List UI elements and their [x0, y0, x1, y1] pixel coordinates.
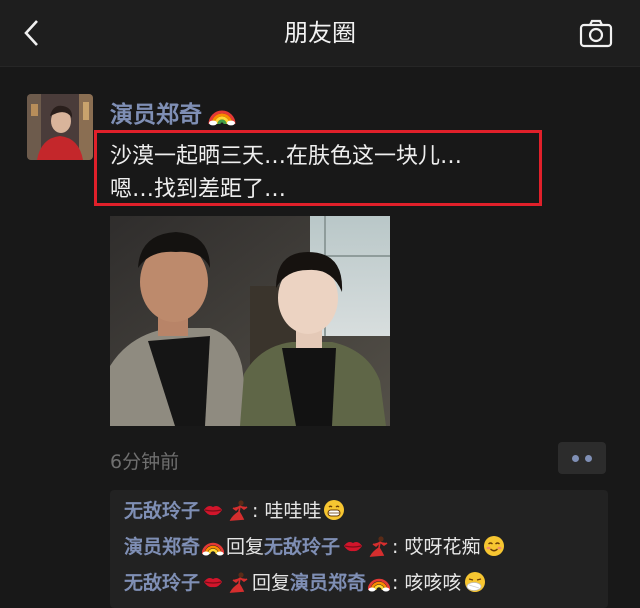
comment-text: 咳咳咳: [404, 572, 462, 594]
kiss-lips-emoji: [204, 578, 223, 588]
grin-emoji: [324, 500, 345, 520]
post-text: 沙漠一起晒三天…在肤色这一块儿… 嗯…找到差距了…: [110, 140, 540, 206]
reply-label: 回复: [226, 536, 265, 558]
post-text-line: 沙漠一起晒三天…在肤色这一块儿…: [110, 144, 463, 169]
post-timestamp: 6分钟前: [110, 451, 180, 473]
comment-row[interactable]: 无敌玲子 : 哇哇哇: [124, 494, 347, 528]
post-text-line: 嗯…找到差距了…: [110, 177, 287, 202]
top-navbar: 朋友圈: [0, 0, 640, 67]
comment-text: 哇哇哇: [264, 500, 322, 522]
more-dot: [585, 455, 592, 462]
cough-emoji: [464, 572, 485, 592]
chevron-left-icon[interactable]: [20, 18, 44, 48]
comment-separator: :: [252, 500, 259, 522]
more-actions-button[interactable]: [558, 442, 606, 474]
comments-panel: 无敌玲子 : 哇哇哇 演员郑奇 回复无敌玲子: 哎呀花痴 无敌玲子 回复演员郑…: [110, 490, 608, 608]
reply-target-name[interactable]: 无敌玲子: [264, 536, 340, 558]
more-dot: [572, 455, 579, 462]
comment-separator: :: [392, 572, 399, 594]
post-photo[interactable]: [110, 216, 390, 426]
page-title: 朋友圈: [284, 19, 356, 47]
dancer-emoji: [229, 500, 248, 521]
kiss-lips-emoji: [204, 506, 223, 516]
kiss-lips-emoji: [344, 542, 363, 552]
rainbow-emoji: [368, 578, 391, 592]
comment-row[interactable]: 演员郑奇 回复无敌玲子 : 哎呀花痴: [124, 530, 507, 564]
moment-post: 演员郑奇 沙漠一起晒三天…在肤色这一块儿… 嗯…找到差距了… 6分钟前 无敌玲子…: [0, 67, 640, 608]
blush-emoji: [483, 536, 504, 556]
dancer-emoji: [229, 572, 248, 593]
comment-separator: :: [392, 536, 399, 558]
reply-label: 回复: [252, 572, 291, 594]
commenter-name[interactable]: 无敌玲子: [124, 572, 200, 594]
commenter-name[interactable]: 演员郑奇: [124, 536, 200, 558]
comment-text: 哎呀花痴: [404, 536, 481, 558]
rainbow-emoji: [202, 542, 225, 556]
camera-icon[interactable]: [579, 18, 613, 48]
post-author[interactable]: 演员郑奇: [110, 95, 236, 129]
commenter-name[interactable]: 无敌玲子: [124, 500, 200, 522]
rainbow-emoji: [208, 110, 236, 126]
avatar[interactable]: [27, 94, 93, 160]
dancer-emoji: [369, 536, 388, 557]
comment-row[interactable]: 无敌玲子 回复演员郑奇 : 咳咳咳: [124, 566, 488, 600]
reply-target-name[interactable]: 演员郑奇: [290, 572, 366, 594]
author-name[interactable]: 演员郑奇: [110, 102, 202, 128]
